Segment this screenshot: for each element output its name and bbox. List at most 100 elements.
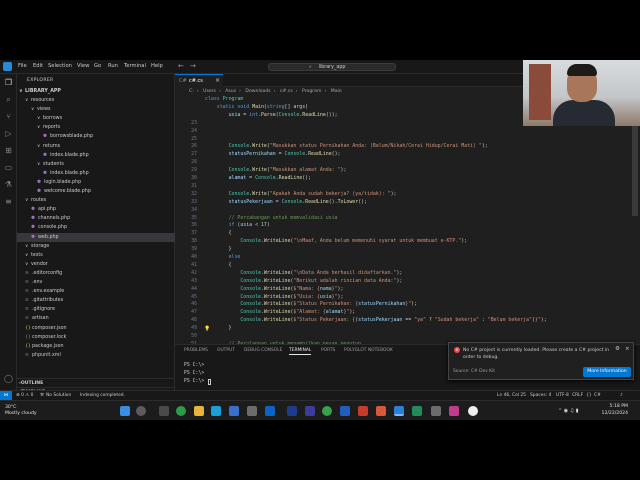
code-line[interactable]: Console.WriteLine("\nData Anda berhasil … xyxy=(205,270,402,278)
menu-edit[interactable]: Edit xyxy=(33,63,43,69)
tree-folder[interactable]: ∨ returns xyxy=(17,142,175,151)
panel-tab-debug-console[interactable]: DEBUG CONSOLE xyxy=(244,348,282,353)
command-center-search[interactable]: ⌕ library_app xyxy=(268,63,396,71)
tree-file[interactable]: ⚈ console.php xyxy=(17,223,175,232)
code-line[interactable]: { xyxy=(205,230,232,238)
tree-file[interactable]: {}composer.lock xyxy=(17,333,175,342)
menu-help[interactable]: Help xyxy=(151,63,163,69)
code-line[interactable]: Console.WriteLine("Berikut adalah rincia… xyxy=(205,278,402,286)
edge-icon[interactable] xyxy=(211,406,221,416)
tree-file[interactable]: ≡ .env.example xyxy=(17,287,175,296)
tree-file[interactable]: ⚈ web.php xyxy=(17,232,175,242)
breadcrumb-item[interactable]: Main xyxy=(331,89,342,94)
media-app-icon[interactable] xyxy=(449,406,459,416)
pdf-icon[interactable] xyxy=(358,406,368,416)
tree-file[interactable]: ≡ .gitignore xyxy=(17,305,175,314)
gear-icon[interactable]: ⚙ xyxy=(615,346,620,352)
forward-arrow-icon[interactable]: → xyxy=(190,62,196,70)
tree-folder[interactable]: ∨ borrows xyxy=(17,114,175,123)
menu-go[interactable]: Go xyxy=(94,63,101,69)
solution-explorer-icon[interactable]: ≡ xyxy=(4,197,13,206)
tree-file[interactable]: ⚈ borrowsblade.php xyxy=(17,132,175,141)
lightbulb-icon[interactable]: 💡 xyxy=(204,326,210,332)
back-arrow-icon[interactable]: ← xyxy=(178,62,184,70)
project-root[interactable]: ∨ LIBRARY_APP xyxy=(17,87,175,96)
tree-file[interactable]: ⚈ login.blade.php xyxy=(17,178,175,187)
chrome-profile-icon[interactable] xyxy=(322,406,332,416)
search-icon[interactable]: ⌕ xyxy=(4,95,13,104)
tree-folder[interactable]: ∨ tests xyxy=(17,251,175,260)
notifications-bell-icon[interactable]: ♪ xyxy=(620,393,623,398)
tree-folder[interactable]: ∨ vendor xyxy=(17,260,175,269)
breadcrumb-item[interactable]: Program xyxy=(302,89,321,94)
panel-tab-problems[interactable]: PROBLEMS xyxy=(184,348,208,353)
code-line[interactable]: Console.WriteLine($"Alamat: {alamat}"); xyxy=(205,309,355,317)
code-line[interactable]: Console.WriteLine("\nMaaf, Anda belum me… xyxy=(205,238,467,246)
tree-file[interactable]: {}composer.json xyxy=(17,324,175,333)
tree-file[interactable]: {}package.json xyxy=(17,342,175,351)
task-view-icon[interactable] xyxy=(159,406,169,416)
tree-file[interactable]: ⚈ index.blade.php xyxy=(17,169,175,178)
panel-tab-ports[interactable]: PORTS xyxy=(321,348,335,353)
code-line[interactable]: Console.WriteLine($"Nama: {nama}"); xyxy=(205,286,343,294)
code-line[interactable]: Console.Write("Masukkan alamat Anda: "); xyxy=(205,167,347,175)
cursor-position[interactable]: Ln 46, Col 25 xyxy=(497,393,526,398)
code-line[interactable]: if (usia < 17) xyxy=(205,222,270,230)
tree-file[interactable]: ⚈ welcome.blade.php xyxy=(17,187,175,196)
code-line[interactable]: Console.WriteLine($"Status Pekerjaan: {(… xyxy=(205,317,546,325)
word-doc-icon[interactable] xyxy=(340,406,350,416)
system-tray-icons[interactable]: ⌃ ◉ ♫ ▮ xyxy=(558,408,579,414)
remote-explorer-icon[interactable]: ▭ xyxy=(4,163,13,172)
tree-folder[interactable]: ∨ views xyxy=(17,105,175,114)
terminal-prompt[interactable]: PS C:\> xyxy=(184,371,204,376)
tree-file[interactable]: ≡ .env xyxy=(17,278,175,287)
file-explorer-icon[interactable] xyxy=(194,406,204,416)
scrollbar-thumb[interactable] xyxy=(632,126,638,216)
excel-icon[interactable] xyxy=(412,406,422,416)
windows-start-icon[interactable] xyxy=(120,406,130,416)
tree-folder[interactable]: ∨ storage xyxy=(17,242,175,251)
section-outline[interactable]: ›OUTLINE xyxy=(17,378,175,387)
more-information-button[interactable]: More Information xyxy=(583,367,631,377)
tree-file[interactable]: ⚈ channels.php xyxy=(17,214,175,223)
clock[interactable]: 5:18 PM 12/22/2024 xyxy=(594,404,628,417)
tree-file[interactable]: ≡ artisan xyxy=(17,314,175,323)
tree-folder[interactable]: ∨ resources xyxy=(17,96,175,105)
menu-selection[interactable]: Selection xyxy=(48,63,72,69)
account-icon[interactable]: ◯ xyxy=(4,374,13,383)
tree-file[interactable]: ≡ phpunit.xml xyxy=(17,351,175,360)
tab-csharp-file[interactable]: C# c#.cs × xyxy=(175,74,223,87)
code-line[interactable]: } xyxy=(205,246,232,254)
panel-tab-terminal[interactable]: TERMINAL xyxy=(289,348,312,355)
close-icon[interactable]: × xyxy=(215,77,220,84)
code-line[interactable]: statusPekerjaan = Console.ReadLine().ToL… xyxy=(205,199,367,207)
menu-view[interactable]: View xyxy=(77,63,89,69)
code-line[interactable]: Console.WriteLine($"Usia: {usia}"); xyxy=(205,294,343,302)
word-icon[interactable] xyxy=(265,406,275,416)
code-line[interactable]: Console.Write("Masukkan status Pernikaha… xyxy=(205,143,488,151)
terminal-prompt[interactable]: PS C:\> xyxy=(184,363,204,368)
language-mode[interactable]: C# xyxy=(594,393,601,398)
tree-folder[interactable]: ∨ routes xyxy=(17,196,175,205)
camera-icon[interactable] xyxy=(431,406,441,416)
source-control-icon[interactable]: ⑂ xyxy=(4,112,13,121)
code-line[interactable]: // Percabangan untuk memvalidasi usia xyxy=(205,215,338,223)
extensions-icon[interactable]: ⊞ xyxy=(4,146,13,155)
breadcrumb-item[interactable]: C: xyxy=(189,89,194,94)
no-solution-status[interactable]: No Solution xyxy=(46,393,71,398)
code-line[interactable]: else xyxy=(205,254,241,262)
panel-tab-polyglot-notebook[interactable]: POLYGLOT NOTEBOOK xyxy=(344,348,393,353)
breadcrumb-item[interactable]: Downloads xyxy=(245,89,270,94)
breadcrumb-item[interactable]: c#.cs xyxy=(280,89,293,94)
indentation[interactable]: Spaces: 4 xyxy=(530,393,551,398)
breadcrumb-item[interactable]: Asus xyxy=(225,89,236,94)
panel-tab-output[interactable]: OUTPUT xyxy=(217,348,235,353)
tree-folder[interactable]: ∨ students xyxy=(17,160,175,169)
search-icon[interactable] xyxy=(136,406,146,416)
code-line[interactable]: alamat = Console.ReadLine(); xyxy=(205,175,312,183)
code-line[interactable]: Console.WriteLine($"Status Pernikahan: {… xyxy=(205,301,417,309)
menu-terminal[interactable]: Terminal xyxy=(124,63,146,69)
weather-widget[interactable]: 30°C Mostly cloudy xyxy=(5,405,37,417)
vscode-taskbar-icon[interactable] xyxy=(394,406,404,416)
testing-flask-icon[interactable]: ⚗ xyxy=(4,180,13,189)
